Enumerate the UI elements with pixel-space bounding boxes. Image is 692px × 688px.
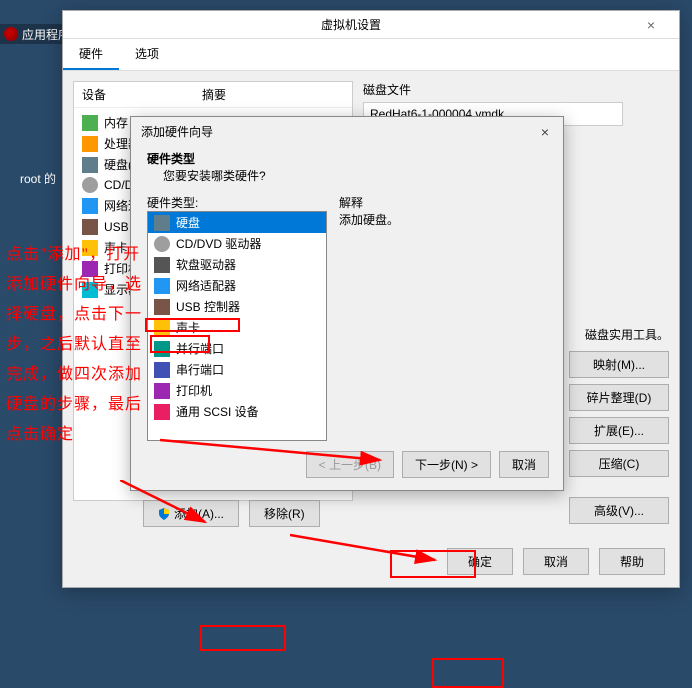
- hardware-type-icon: [154, 383, 170, 399]
- hardware-type-label: 硬盘: [176, 214, 200, 231]
- expand-button[interactable]: 扩展(E)...: [569, 417, 669, 444]
- wizard-close-icon[interactable]: ×: [537, 124, 553, 140]
- hardware-type-list[interactable]: 硬盘 CD/DVD 驱动器软盘驱动器网络适配器 USB 控制器声卡并行端口串行端口打…: [147, 211, 327, 441]
- disk-file-label: 磁盘文件: [363, 81, 669, 98]
- hardware-type-icon: [154, 299, 170, 315]
- wizard-hardware-item[interactable]: CD/DVD 驱动器: [148, 233, 326, 254]
- device-icon: [82, 198, 98, 214]
- add-button-label: 添加(A)...: [174, 505, 224, 522]
- hardware-type-icon: [154, 341, 170, 357]
- header-summary: 摘要: [202, 86, 226, 103]
- wizard-hardware-item[interactable]: 打印机: [148, 380, 326, 401]
- wizard-hardware-item[interactable]: 并行端口: [148, 338, 326, 359]
- ok-button[interactable]: 确定: [447, 548, 513, 575]
- wizard-hardware-item[interactable]: 声卡: [148, 317, 326, 338]
- remove-hardware-button[interactable]: 移除(R): [249, 500, 320, 527]
- hardware-type-icon: [154, 236, 170, 252]
- device-icon: [82, 115, 98, 131]
- compact-button[interactable]: 压缩(C): [569, 450, 669, 477]
- redhat-icon: [4, 27, 18, 41]
- root-folder-label: root 的: [20, 170, 56, 187]
- wizard-hardware-item[interactable]: 软盘驱动器: [148, 254, 326, 275]
- wizard-title: 添加硬件向导: [141, 123, 537, 140]
- wizard-next-button[interactable]: 下一步(N) >: [402, 451, 491, 478]
- map-button[interactable]: 映射(M)...: [569, 351, 669, 378]
- hardware-type-label: CD/DVD 驱动器: [176, 235, 261, 252]
- hardware-type-label: 网络适配器: [176, 277, 236, 294]
- settings-close-icon[interactable]: ×: [631, 17, 671, 33]
- defrag-button[interactable]: 碎片整理(D): [569, 384, 669, 411]
- settings-tabs: 硬件 选项: [63, 39, 679, 71]
- wizard-hardware-item[interactable]: 串行端口: [148, 359, 326, 380]
- hardware-type-label: 打印机: [176, 382, 212, 399]
- hardware-type-label: 声卡: [176, 319, 200, 336]
- wizard-back-button: < 上一步(B): [306, 451, 394, 478]
- hardware-type-icon: [154, 257, 170, 273]
- hardware-type-icon: [154, 278, 170, 294]
- wizard-hardware-item[interactable]: 网络适配器: [148, 275, 326, 296]
- wizard-hardware-item[interactable]: USB 控制器: [148, 296, 326, 317]
- hardware-type-icon: [154, 404, 170, 420]
- tab-hardware[interactable]: 硬件: [63, 39, 119, 70]
- add-hardware-button[interactable]: 添加(A)...: [143, 500, 239, 527]
- instruction-annotation: 点击"添加"，打开添加硬件向导，选择硬盘，点击下一步，之后默认直至完成，做四次添…: [6, 240, 156, 450]
- settings-titlebar: 虚拟机设置 ×: [63, 11, 679, 39]
- wizard-explain-text: 添加硬盘。: [339, 211, 547, 228]
- hardware-type-icon: [154, 320, 170, 336]
- header-device: 设备: [82, 86, 202, 103]
- hardware-type-label: 串行端口: [176, 361, 224, 378]
- add-hardware-wizard: 添加硬件向导 × 硬件类型 您要安装哪类硬件? 硬件类型: 硬盘 CD/DVD 驱…: [130, 116, 564, 491]
- hardware-type-label: USB 控制器: [176, 298, 240, 315]
- highlight-ok-button: [432, 658, 504, 688]
- device-icon: [82, 136, 98, 152]
- help-button[interactable]: 帮助: [599, 548, 665, 575]
- hardware-type-label: 通用 SCSI 设备: [176, 403, 259, 420]
- tab-options[interactable]: 选项: [119, 39, 175, 70]
- cancel-button[interactable]: 取消: [523, 548, 589, 575]
- wizard-subheading: 您要安装哪类硬件?: [147, 167, 547, 184]
- wizard-explain-label: 解释: [339, 194, 547, 211]
- wizard-heading: 硬件类型: [147, 150, 547, 167]
- wizard-cancel-button[interactable]: 取消: [499, 451, 549, 478]
- device-icon: [82, 177, 98, 193]
- hardware-type-label: 并行端口: [176, 340, 224, 357]
- advanced-button[interactable]: 高级(V)...: [569, 497, 669, 524]
- device-icon: [82, 157, 98, 173]
- wizard-hardware-item[interactable]: 硬盘: [148, 212, 326, 233]
- highlight-add-button: [200, 625, 286, 651]
- uac-shield-icon: [158, 508, 170, 520]
- hardware-type-icon: [154, 362, 170, 378]
- hardware-type-label: 软盘驱动器: [176, 256, 236, 273]
- wizard-hardware-item[interactable]: 通用 SCSI 设备: [148, 401, 326, 422]
- hardware-type-icon: [154, 215, 170, 231]
- device-icon: [82, 219, 98, 235]
- settings-title: 虚拟机设置: [71, 16, 631, 33]
- wizard-list-label: 硬件类型:: [147, 194, 327, 211]
